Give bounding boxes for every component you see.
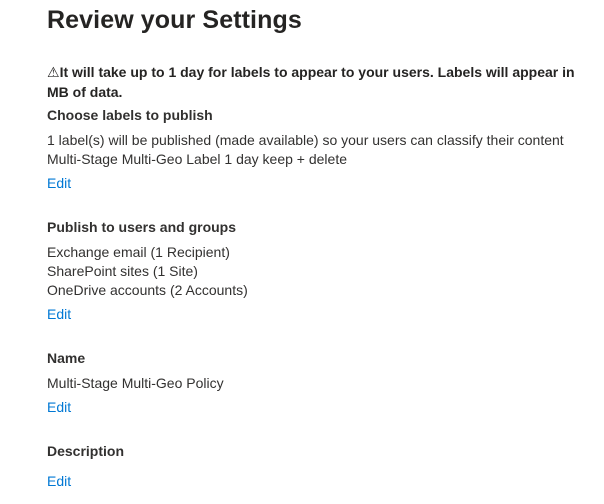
warning-message: ⚠It will take up to 1 day for labels to … [47,62,587,102]
labels-summary-line: 1 label(s) will be published (made avail… [47,132,564,148]
description-section-title: Description [47,443,125,459]
exchange-email-line: Exchange email (1 Recipient) [47,244,230,260]
name-section-title: Name [47,350,86,366]
policy-name-value: Multi-Stage Multi-Geo Policy [47,375,224,391]
edit-description-link[interactable]: Edit [47,472,71,491]
edit-users-link[interactable]: Edit [47,305,71,324]
onedrive-accounts-line: OneDrive accounts (2 Accounts) [47,282,248,298]
description-section: Description Edit [47,442,587,491]
labels-section: Choose labels to publish 1 label(s) will… [47,106,587,193]
warning-icon: ⚠ [47,64,60,80]
labels-name-line: Multi-Stage Multi-Geo Label 1 day keep +… [47,151,348,167]
users-section-title: Publish to users and groups [47,219,237,235]
users-section: Publish to users and groups Exchange ema… [47,218,587,324]
name-section: Name Multi-Stage Multi-Geo Policy Edit [47,349,587,417]
sharepoint-sites-line: SharePoint sites (1 Site) [47,263,198,279]
warning-text: It will take up to 1 day for labels to a… [47,64,575,100]
edit-labels-link[interactable]: Edit [47,174,71,193]
edit-name-link[interactable]: Edit [47,398,71,417]
labels-section-title: Choose labels to publish [47,107,213,123]
page-title: Review your Settings [47,6,302,34]
